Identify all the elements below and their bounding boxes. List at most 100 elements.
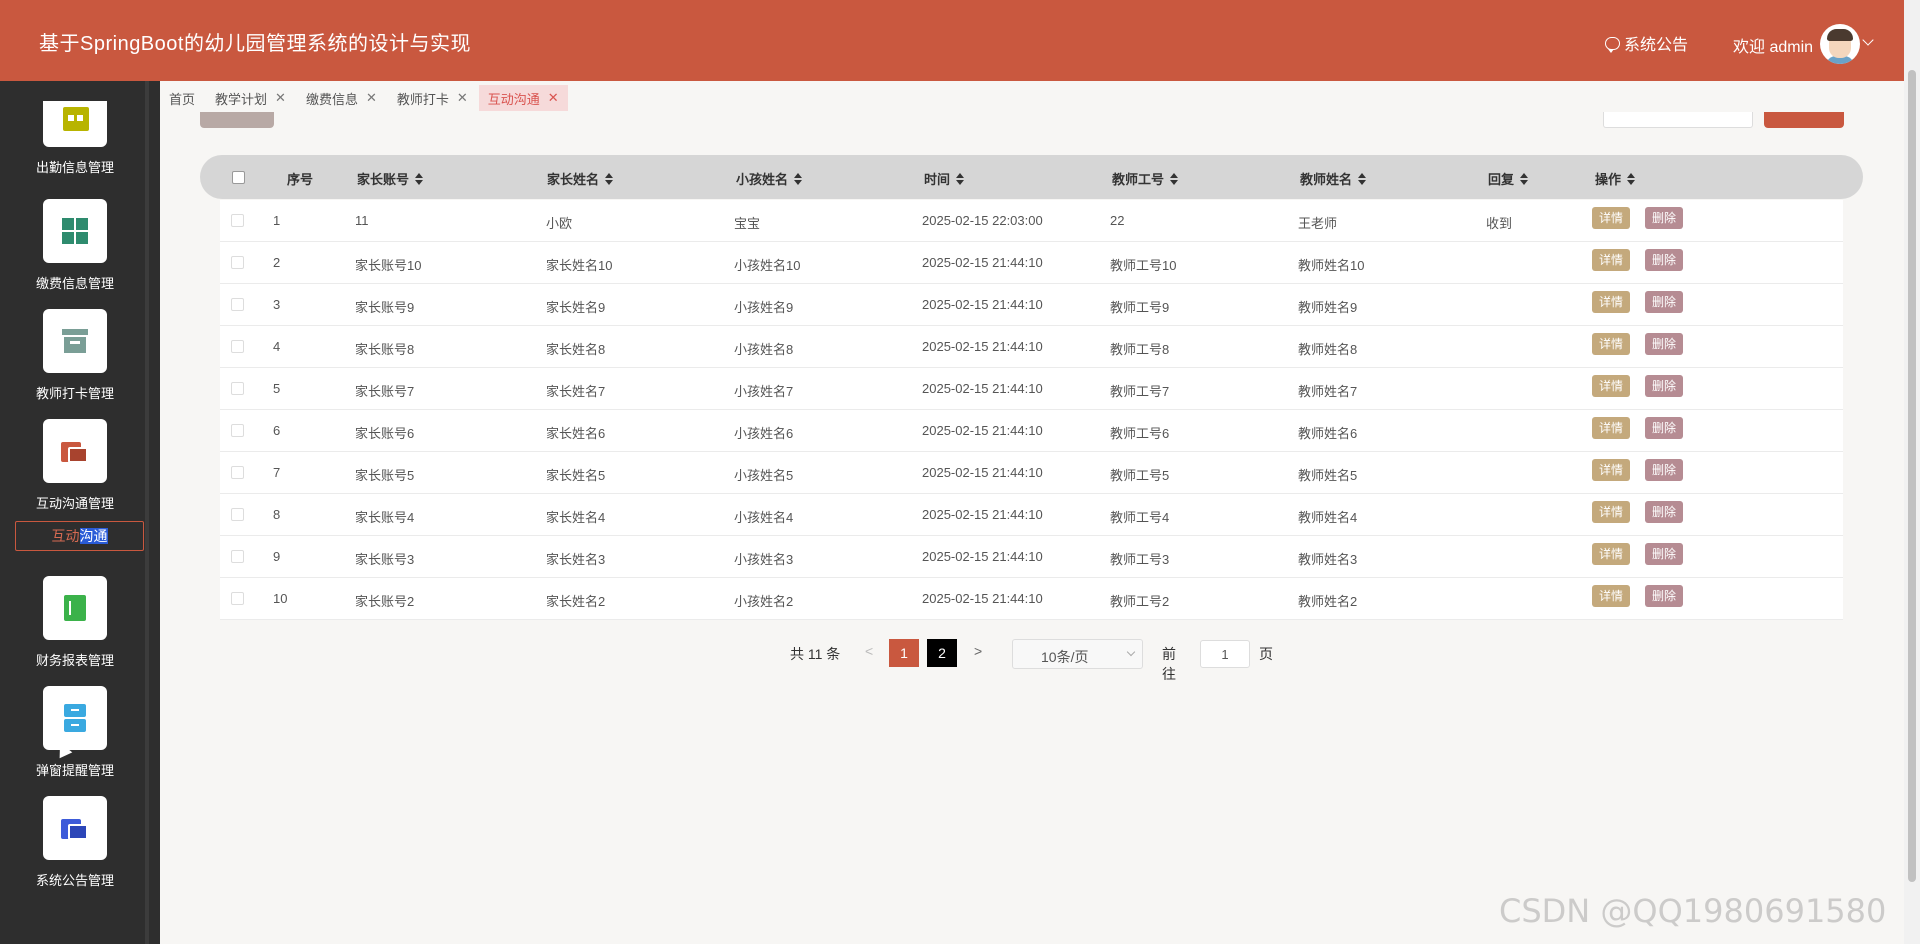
cell-parent-account: 家长账号10 <box>355 258 422 273</box>
avatar[interactable] <box>1820 24 1860 64</box>
detail-button[interactable]: 详情 <box>1592 207 1631 229</box>
delete-button[interactable]: 删除 <box>1645 375 1684 397</box>
detail-button[interactable]: 详情 <box>1592 459 1631 481</box>
cell-index: 1 <box>273 213 281 228</box>
cell-index: 9 <box>273 549 281 564</box>
sidebar-item-system-notice[interactable]: 系统公告管理 <box>0 796 150 889</box>
delete-button[interactable]: 删除 <box>1645 333 1684 355</box>
col-header-reply[interactable]: 回复 <box>1488 169 1529 188</box>
sidebar-item-popup-reminder[interactable]: 弹窗提醒管理 <box>0 686 150 779</box>
sidebar-item-communication[interactable]: 互动沟通管理 <box>0 419 150 512</box>
sidebar-item-attendance[interactable]: 出勤信息管理 <box>0 101 150 176</box>
row-checkbox[interactable] <box>231 424 244 437</box>
next-page-button[interactable]: > <box>974 643 982 659</box>
top-header: 基于SpringBoot的幼儿园管理系统的设计与实现 系统公告 欢迎 admin <box>0 0 1904 81</box>
col-header-teacher-id[interactable]: 教师工号 <box>1112 169 1179 188</box>
add-button[interactable] <box>200 112 274 128</box>
close-icon[interactable]: ✕ <box>275 90 286 106</box>
close-icon[interactable]: ✕ <box>366 90 377 106</box>
sidebar: 出勤信息管理 缴费信息管理 教师打卡管理 互动沟通管理 互动沟通 财务报表管理 … <box>0 81 160 944</box>
tab-teacher-checkin[interactable]: 教师打卡 ✕ <box>388 85 477 111</box>
delete-button[interactable]: 删除 <box>1645 249 1684 271</box>
sort-icon[interactable] <box>1170 172 1179 185</box>
col-header-parent-account[interactable]: 家长账号 <box>357 169 424 188</box>
sidebar-subitem-communication[interactable]: 互动沟通 <box>15 521 144 551</box>
page-button-2[interactable]: 2 <box>927 639 957 667</box>
page-button-1[interactable]: 1 <box>889 639 919 667</box>
system-notice-link[interactable]: 系统公告 <box>1605 31 1688 55</box>
sidebar-item-teacher-checkin[interactable]: 教师打卡管理 <box>0 309 150 402</box>
row-checkbox[interactable] <box>231 382 244 395</box>
tab-payment-info[interactable]: 缴费信息 ✕ <box>297 85 386 111</box>
page-size-select[interactable]: 10条/页 <box>1012 639 1143 669</box>
cell-parent-name: 家长姓名7 <box>546 384 606 399</box>
table-row: 3 家长账号9 家长姓名9 小孩姓名9 2025-02-15 21:44:10 教师工号9… <box>220 284 1843 326</box>
cell-teacher-id: 教师工号6 <box>1110 426 1170 441</box>
sort-icon[interactable] <box>956 172 965 185</box>
cell-time: 2025-02-15 21:44:10 <box>922 591 1043 606</box>
close-icon[interactable]: ✕ <box>457 90 468 106</box>
cell-teacher-id: 教师工号5 <box>1110 468 1170 483</box>
row-checkbox[interactable] <box>231 466 244 479</box>
sort-icon[interactable] <box>1627 172 1636 185</box>
page-scrollbar[interactable] <box>1904 0 1920 944</box>
prev-page-button[interactable]: < <box>865 643 873 659</box>
chevron-down-icon[interactable] <box>1862 34 1874 46</box>
detail-button[interactable]: 详情 <box>1592 417 1631 439</box>
search-button[interactable] <box>1764 112 1844 128</box>
delete-button[interactable]: 删除 <box>1645 417 1684 439</box>
tab-teaching-plan[interactable]: 教学计划 ✕ <box>206 85 295 111</box>
sort-icon[interactable] <box>1520 172 1529 185</box>
delete-button[interactable]: 删除 <box>1645 585 1684 607</box>
delete-button[interactable]: 删除 <box>1645 501 1684 523</box>
tab-home[interactable]: 首页 <box>160 85 204 111</box>
detail-button[interactable]: 详情 <box>1592 291 1631 313</box>
tab-label: 首页 <box>169 91 196 107</box>
chevron-down-icon <box>1126 647 1136 657</box>
row-checkbox[interactable] <box>231 298 244 311</box>
tab-communication[interactable]: 互动沟通 ✕ <box>478 85 568 111</box>
delete-button[interactable]: 删除 <box>1645 291 1684 313</box>
cell-teacher-id: 教师工号8 <box>1110 342 1170 357</box>
watermark: CSDN @QQ1980691580 <box>1499 892 1887 930</box>
sort-icon[interactable] <box>415 172 424 185</box>
row-checkbox[interactable] <box>231 508 244 521</box>
delete-button[interactable]: 删除 <box>1645 543 1684 565</box>
search-input[interactable] <box>1603 112 1753 128</box>
col-header-time[interactable]: 时间 <box>924 169 965 188</box>
detail-button[interactable]: 详情 <box>1592 333 1631 355</box>
close-icon[interactable]: ✕ <box>548 90 559 106</box>
col-header-child-name[interactable]: 小孩姓名 <box>736 169 803 188</box>
sort-icon[interactable] <box>605 172 614 185</box>
row-checkbox[interactable] <box>231 214 244 227</box>
chat-bubble-icon <box>1605 36 1620 53</box>
col-header-parent-name[interactable]: 家长姓名 <box>547 169 614 188</box>
col-header-teacher-name[interactable]: 教师姓名 <box>1300 169 1367 188</box>
sidebar-item-finance[interactable]: 财务报表管理 <box>0 576 150 669</box>
row-checkbox[interactable] <box>231 340 244 353</box>
sidebar-item-payment[interactable]: 缴费信息管理 <box>0 199 150 292</box>
sort-icon[interactable] <box>794 172 803 185</box>
cell-child-name: 小孩姓名8 <box>734 342 794 357</box>
detail-button[interactable]: 详情 <box>1592 249 1631 271</box>
cell-teacher-id: 教师工号10 <box>1110 258 1177 273</box>
delete-button[interactable]: 删除 <box>1645 207 1684 229</box>
sort-icon[interactable] <box>1358 172 1367 185</box>
row-checkbox[interactable] <box>231 256 244 269</box>
row-checkbox[interactable] <box>231 592 244 605</box>
tab-label: 缴费信息 <box>305 91 358 107</box>
select-all-checkbox[interactable] <box>232 171 245 184</box>
table-row: 1 11 小欧 宝宝 2025-02-15 22:03:00 22 王老师 收到 详情 删除 <box>220 200 1843 242</box>
sidebar-item-label: 互动沟通管理 <box>35 496 114 511</box>
detail-button[interactable]: 详情 <box>1592 375 1631 397</box>
detail-button[interactable]: 详情 <box>1592 585 1631 607</box>
row-checkbox[interactable] <box>231 550 244 563</box>
goto-page-input[interactable] <box>1200 640 1250 668</box>
cell-time: 2025-02-15 21:44:10 <box>922 255 1043 270</box>
detail-button[interactable]: 详情 <box>1592 543 1631 565</box>
cell-teacher-name: 教师姓名8 <box>1298 342 1358 357</box>
detail-button[interactable]: 详情 <box>1592 501 1631 523</box>
col-header-actions[interactable]: 操作 <box>1595 169 1636 188</box>
cell-time: 2025-02-15 21:44:10 <box>922 465 1043 480</box>
delete-button[interactable]: 删除 <box>1645 459 1684 481</box>
